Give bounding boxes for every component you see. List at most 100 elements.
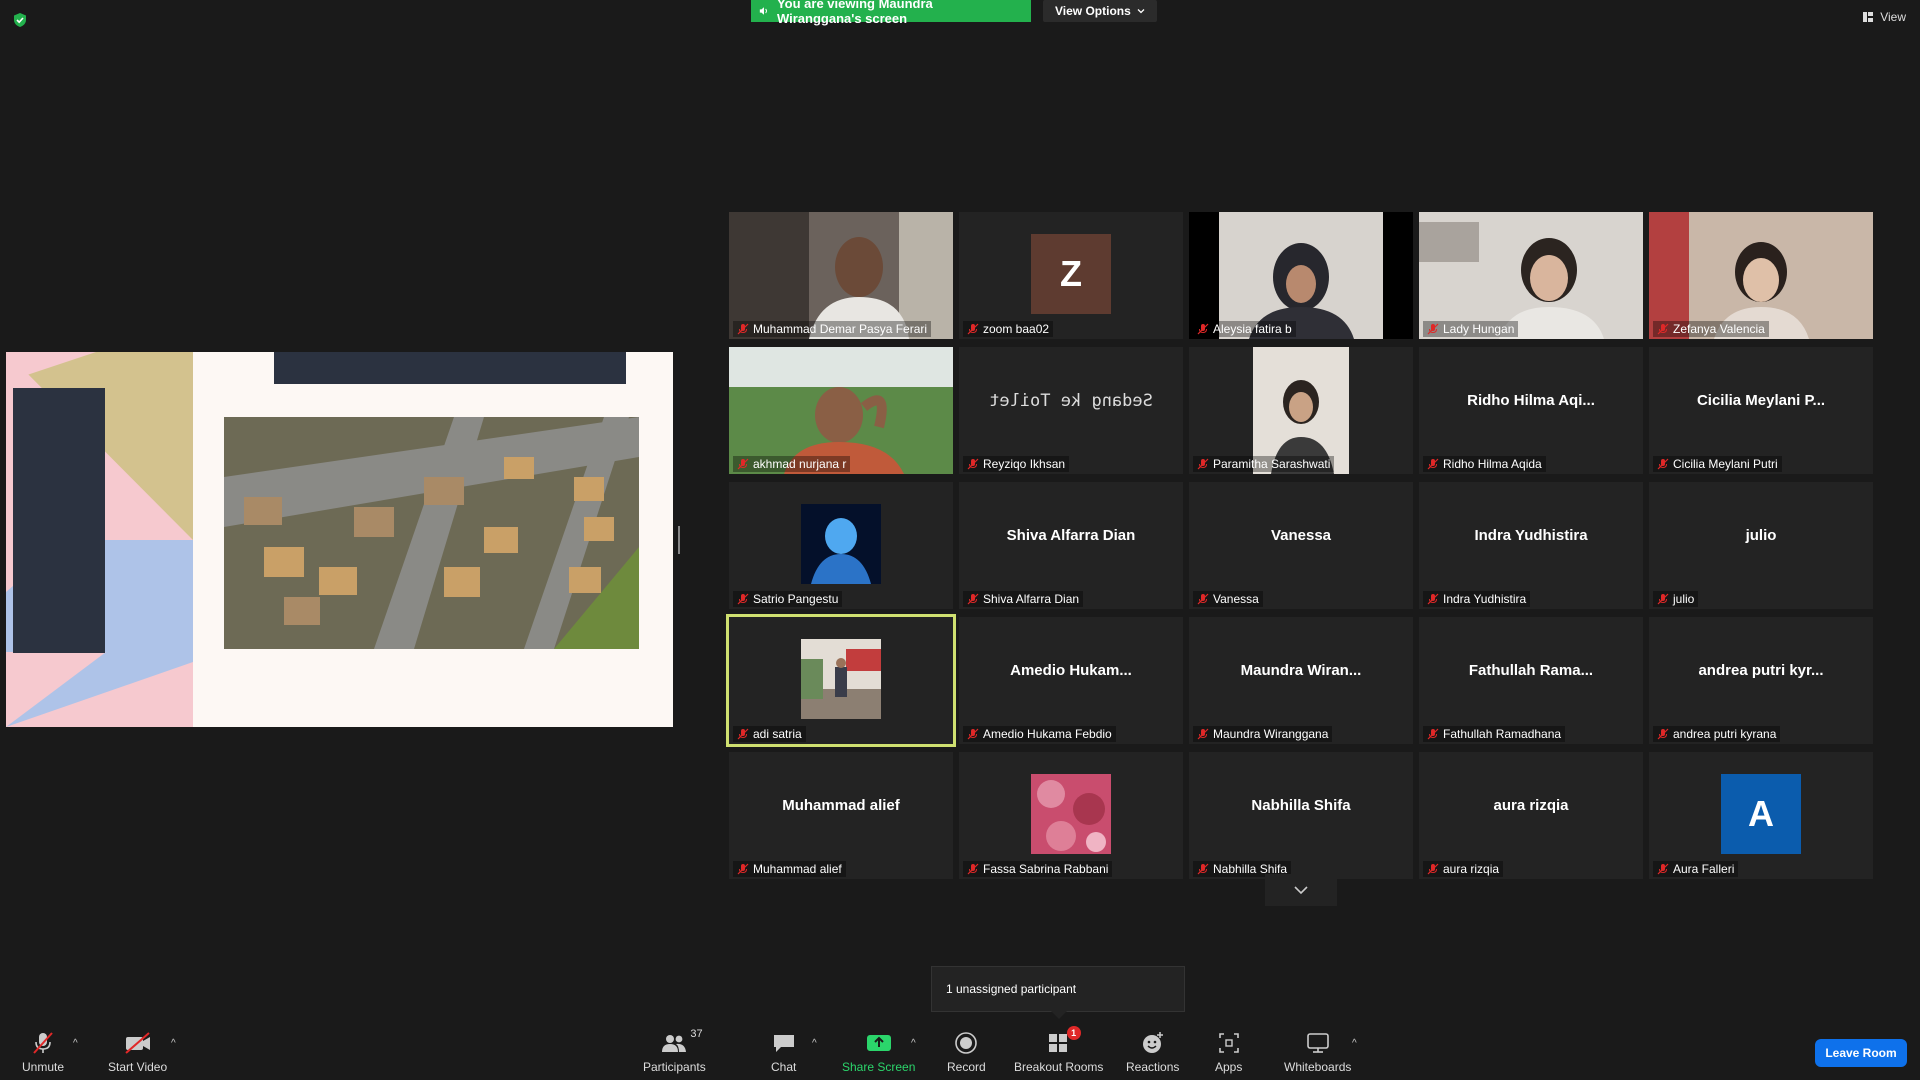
breakout-rooms-badge: 1 (1066, 1026, 1081, 1040)
participant-name-label: Muhammad Demar Pasya Ferari (733, 321, 932, 337)
participant-tile[interactable]: Muhammad alief Muhammad alief (729, 752, 953, 879)
participant-tile[interactable]: Zefanya Valencia (1649, 212, 1873, 339)
participant-name-label: Ridho Hilma Aqida (1423, 456, 1546, 472)
mic-muted-icon (1657, 728, 1669, 740)
mic-muted-icon (1197, 728, 1209, 740)
participant-tile[interactable]: Muhammad Demar Pasya Ferari (729, 212, 953, 339)
participant-name-label: Muhammad alief (733, 861, 846, 877)
participant-display-name: Amedio Hukam... (1010, 662, 1132, 679)
participant-video (1189, 347, 1413, 474)
participant-display-name: Shiva Alfarra Dian (1006, 527, 1136, 544)
participant-tile[interactable]: akhmad nurjana r (729, 347, 953, 474)
participant-tile[interactable]: Zzoom baa02 (959, 212, 1183, 339)
participant-tile[interactable]: Cicilia Meylani P... Cicilia Meylani Putr… (1649, 347, 1873, 474)
viewing-screen-text: You are viewing Maundra Wiranggana's scr… (776, 0, 933, 26)
participant-tile[interactable]: julio julio (1649, 482, 1873, 609)
leave-room-button[interactable]: Leave Room (1815, 1039, 1907, 1067)
record-button[interactable]: Record (947, 1030, 986, 1074)
participant-tile[interactable]: andrea putri kyr... andrea putri kyrana (1649, 617, 1873, 744)
security-shield-icon[interactable] (12, 12, 28, 28)
participant-tile[interactable]: Satrio Pangestu (729, 482, 953, 609)
unassigned-participant-text: 1 unassigned participant (946, 982, 1077, 996)
mic-muted-icon (737, 863, 749, 875)
chat-button[interactable]: Chat (771, 1030, 796, 1074)
mic-muted-icon (737, 728, 749, 740)
share-screen-button[interactable]: Share Screen (842, 1030, 915, 1074)
participant-display-name: Nabhilla Shifa (1251, 797, 1351, 814)
participant-tile[interactable]: Indra Yudhistira Indra Yudhistira (1419, 482, 1643, 609)
share-options-caret-icon[interactable]: ^ (911, 1038, 916, 1049)
grid-view-icon (1863, 12, 1874, 22)
apps-icon (1218, 1033, 1239, 1053)
mic-muted-icon (1427, 323, 1439, 335)
participant-display-name: andrea putri kyr... (1698, 662, 1824, 679)
panel-resize-handle[interactable] (678, 526, 680, 554)
start-video-button[interactable]: Start Video (108, 1030, 167, 1074)
participant-tile[interactable]: Paramitha Sarashwati (1189, 347, 1413, 474)
speaker-icon (759, 7, 767, 15)
participant-tile[interactable]: Amedio Hukam... Amedio Hukama Febdio (959, 617, 1183, 744)
audio-options-caret-icon[interactable]: ^ (73, 1038, 78, 1049)
participant-name: Lady Hungan (1443, 322, 1515, 336)
mic-muted-icon (1427, 458, 1439, 470)
participants-button[interactable]: 37 Participants (643, 1028, 706, 1074)
participant-display-name: Maundra Wiran... (1240, 662, 1362, 679)
participant-name-label: Cicilia Meylani Putri (1653, 456, 1782, 472)
participant-tile[interactable]: Maundra Wiran... Maundra Wiranggana (1189, 617, 1413, 744)
reactions-button[interactable]: Reactions (1126, 1030, 1179, 1074)
mirrored-video-text: Sedang ke Toilet (989, 390, 1153, 411)
mic-muted-icon (967, 728, 979, 740)
participant-name-label: Paramitha Sarashwati (1193, 456, 1335, 472)
apps-button[interactable]: Apps (1215, 1030, 1242, 1074)
participant-display-name: aura rizqia (1493, 797, 1569, 814)
view-layout-button[interactable]: View (1862, 10, 1906, 24)
participant-name: Aura Falleri (1673, 862, 1735, 876)
whiteboard-icon (1306, 1033, 1329, 1053)
avatar-photo (1031, 774, 1111, 854)
participant-video (1189, 212, 1413, 339)
mic-muted-icon (737, 458, 749, 470)
participant-tile[interactable]: Shiva Alfarra Dian Shiva Alfarra Dian (959, 482, 1183, 609)
participant-name-label: aura rizqia (1423, 861, 1504, 877)
mic-muted-icon (737, 593, 749, 605)
participant-tile[interactable]: Ridho Hilma Aqi... Ridho Hilma Aqida (1419, 347, 1643, 474)
share-screen-label: Share Screen (842, 1060, 916, 1074)
participant-name-label: Amedio Hukama Febdio (963, 726, 1116, 742)
unmute-button[interactable]: Unmute (22, 1030, 64, 1074)
participant-tile[interactable]: Fathullah Rama... Fathullah Ramadhana (1419, 617, 1643, 744)
participant-name: Fassa Sabrina Rabbani (983, 862, 1109, 876)
participant-gallery: Muhammad Demar Pasya Ferari Zzoom baa02 Al… (726, 212, 1873, 879)
share-screen-icon (866, 1035, 891, 1051)
participant-display-name: Muhammad alief (782, 797, 900, 814)
participant-display-name: Fathullah Rama... (1468, 662, 1594, 679)
participant-tile[interactable]: aura rizqia aura rizqia (1419, 752, 1643, 879)
participant-tile[interactable]: adi satria (726, 614, 956, 747)
participant-name: Paramitha Sarashwati (1213, 457, 1331, 471)
whiteboards-button[interactable]: Whiteboards (1284, 1030, 1351, 1074)
participant-tile[interactable]: Lady Hungan (1419, 212, 1643, 339)
participant-name-label: Vanessa (1193, 591, 1263, 607)
video-options-caret-icon[interactable]: ^ (171, 1038, 176, 1049)
avatar-photo (801, 639, 881, 719)
participant-tile[interactable]: Aleysia fatira b (1189, 212, 1413, 339)
breakout-rooms-button[interactable]: 1 Breakout Rooms (1014, 1026, 1103, 1074)
participant-tile[interactable]: Vanessa Vanessa (1189, 482, 1413, 609)
participant-tile[interactable]: Sedang ke Toilet Reyziqo Ikhsan (959, 347, 1183, 474)
avatar-initial: Z (1031, 234, 1111, 314)
view-options-button[interactable]: View Options (1043, 0, 1157, 22)
start-video-label: Start Video (108, 1060, 168, 1074)
participant-tile[interactable]: A Aura Falleri (1649, 752, 1873, 879)
gallery-next-page-button[interactable] (1265, 874, 1337, 906)
shared-screen[interactable] (6, 352, 673, 727)
chat-options-caret-icon[interactable]: ^ (812, 1038, 817, 1049)
participants-label: Participants (643, 1060, 706, 1074)
whiteboard-options-caret-icon[interactable]: ^ (1352, 1038, 1357, 1049)
participant-tile[interactable]: Nabhilla Shifa Nabhilla Shifa (1189, 752, 1413, 879)
participant-tile[interactable]: Fassa Sabrina Rabbani (959, 752, 1183, 879)
mic-muted-icon (1197, 863, 1209, 875)
mic-muted-icon (1197, 593, 1209, 605)
record-icon (955, 1032, 978, 1054)
participant-name: Amedio Hukama Febdio (983, 727, 1112, 741)
slide-dark-panel (13, 388, 105, 653)
participants-count: 37 (690, 1028, 703, 1040)
